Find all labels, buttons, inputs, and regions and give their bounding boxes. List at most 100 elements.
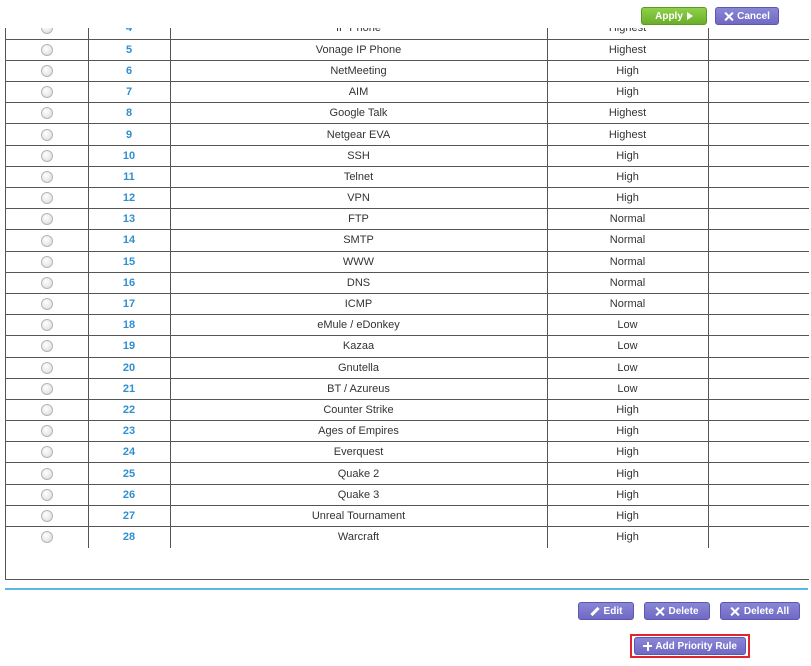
rule-priority: Low bbox=[547, 314, 709, 336]
select-cell bbox=[6, 165, 89, 188]
rule-name: SSH bbox=[170, 144, 548, 167]
rule-priority: Low bbox=[547, 377, 709, 400]
rule-priority: Highest bbox=[547, 28, 709, 40]
row-select-radio[interactable] bbox=[40, 446, 53, 459]
row-select-radio[interactable] bbox=[40, 170, 53, 183]
row-select-radio[interactable] bbox=[40, 276, 53, 289]
row-select-radio[interactable] bbox=[40, 213, 53, 226]
select-cell bbox=[6, 314, 89, 336]
table-row[interactable]: 7 AIM High bbox=[6, 81, 809, 103]
row-select-radio[interactable] bbox=[40, 531, 53, 544]
row-select-radio[interactable] bbox=[40, 28, 53, 35]
rule-number: 21 bbox=[88, 377, 171, 400]
table-row[interactable]: 27 Unreal Tournament High bbox=[6, 504, 809, 527]
rule-name: WWW bbox=[170, 250, 548, 273]
rule-name: IP Phone bbox=[170, 28, 548, 40]
table-row[interactable]: 11 Telnet High bbox=[6, 165, 809, 188]
rule-number: 27 bbox=[88, 504, 171, 527]
table-row[interactable]: 12 VPN High bbox=[6, 186, 809, 209]
table-row[interactable]: 17 ICMP Normal bbox=[6, 292, 809, 315]
rule-number: 5 bbox=[88, 38, 171, 61]
edit-button[interactable]: Edit bbox=[578, 602, 634, 620]
row-select-radio[interactable] bbox=[40, 86, 53, 99]
empty-cell bbox=[708, 462, 809, 485]
row-select-radio[interactable] bbox=[40, 509, 53, 522]
rule-number: 15 bbox=[88, 250, 171, 273]
empty-cell bbox=[708, 186, 809, 209]
rule-name: SMTP bbox=[170, 229, 548, 252]
delete-button[interactable]: Delete bbox=[644, 602, 710, 620]
row-select-radio[interactable] bbox=[40, 467, 53, 480]
row-select-radio[interactable] bbox=[40, 340, 53, 353]
empty-cell bbox=[708, 398, 809, 421]
cancel-button[interactable]: Cancel bbox=[715, 7, 779, 25]
table-row[interactable]: 24 Everquest High bbox=[6, 441, 809, 463]
rule-name: eMule / eDonkey bbox=[170, 314, 548, 336]
table-row[interactable]: 4 IP Phone Highest bbox=[6, 28, 809, 40]
row-select-radio[interactable] bbox=[40, 298, 53, 311]
apply-button[interactable]: Apply bbox=[641, 7, 707, 25]
rules-table: 4 IP Phone Highest 5 Vonage IP Phone Highest 6… bbox=[6, 28, 809, 548]
row-select-radio[interactable] bbox=[40, 192, 53, 205]
rule-number: 14 bbox=[88, 229, 171, 252]
rule-number: 16 bbox=[88, 271, 171, 294]
rule-name: Everquest bbox=[170, 441, 548, 463]
table-row[interactable]: 10 SSH High bbox=[6, 144, 809, 167]
add-priority-rule-button[interactable]: Add Priority Rule bbox=[634, 637, 746, 655]
table-row[interactable]: 22 Counter Strike High bbox=[6, 398, 809, 421]
rule-number: 24 bbox=[88, 441, 171, 463]
table-row[interactable]: 8 Google Talk Highest bbox=[6, 102, 809, 124]
table-row[interactable]: 18 eMule / eDonkey Low bbox=[6, 314, 809, 336]
table-row[interactable]: 13 FTP Normal bbox=[6, 208, 809, 230]
rule-name: ICMP bbox=[170, 292, 548, 315]
table-row[interactable]: 9 Netgear EVA Highest bbox=[6, 123, 809, 146]
table-actions: Edit Delete Delete All bbox=[578, 602, 800, 620]
rule-priority: High bbox=[547, 186, 709, 209]
select-cell bbox=[6, 229, 89, 252]
table-row[interactable]: 20 Gnutella Low bbox=[6, 356, 809, 379]
row-select-radio[interactable] bbox=[40, 488, 53, 501]
rule-priority: Normal bbox=[547, 229, 709, 252]
row-select-radio[interactable] bbox=[40, 128, 53, 141]
row-select-radio[interactable] bbox=[40, 43, 53, 56]
rule-name: Telnet bbox=[170, 165, 548, 188]
row-select-radio[interactable] bbox=[40, 361, 53, 374]
table-row[interactable]: 15 WWW Normal bbox=[6, 250, 809, 273]
select-cell bbox=[6, 186, 89, 209]
row-select-radio[interactable] bbox=[40, 65, 53, 78]
row-select-radio[interactable] bbox=[40, 107, 53, 120]
rule-name: Gnutella bbox=[170, 356, 548, 379]
row-select-radio[interactable] bbox=[40, 382, 53, 395]
rule-name: Kazaa bbox=[170, 335, 548, 357]
row-select-radio[interactable] bbox=[40, 255, 53, 268]
select-cell bbox=[6, 208, 89, 230]
table-row[interactable]: 14 SMTP Normal bbox=[6, 229, 809, 252]
empty-cell bbox=[708, 208, 809, 230]
row-select-radio[interactable] bbox=[40, 319, 53, 332]
table-row[interactable]: 6 NetMeeting High bbox=[6, 59, 809, 82]
row-select-radio[interactable] bbox=[40, 425, 53, 438]
table-row[interactable]: 21 BT / Azureus Low bbox=[6, 377, 809, 400]
delete-all-button[interactable]: Delete All bbox=[720, 602, 800, 620]
row-select-radio[interactable] bbox=[40, 404, 53, 417]
table-row[interactable]: 28 Warcraft High bbox=[6, 525, 809, 548]
table-row[interactable]: 25 Quake 2 High bbox=[6, 462, 809, 485]
select-cell bbox=[6, 292, 89, 315]
rule-number: 6 bbox=[88, 59, 171, 82]
rule-priority: High bbox=[547, 59, 709, 82]
select-cell bbox=[6, 102, 89, 124]
table-row[interactable]: 26 Quake 3 High bbox=[6, 483, 809, 506]
table-row[interactable]: 16 DNS Normal bbox=[6, 271, 809, 294]
plus-icon bbox=[643, 641, 653, 651]
table-row[interactable]: 23 Ages of Empires High bbox=[6, 420, 809, 442]
select-cell bbox=[6, 335, 89, 357]
row-select-radio[interactable] bbox=[40, 234, 53, 247]
table-row[interactable]: 19 Kazaa Low bbox=[6, 335, 809, 357]
rule-priority: High bbox=[547, 504, 709, 527]
rule-priority: Low bbox=[547, 335, 709, 357]
rule-number: 26 bbox=[88, 483, 171, 506]
row-select-radio[interactable] bbox=[40, 149, 53, 162]
select-cell bbox=[6, 525, 89, 548]
table-row[interactable]: 5 Vonage IP Phone Highest bbox=[6, 38, 809, 61]
rule-priority: Normal bbox=[547, 208, 709, 230]
